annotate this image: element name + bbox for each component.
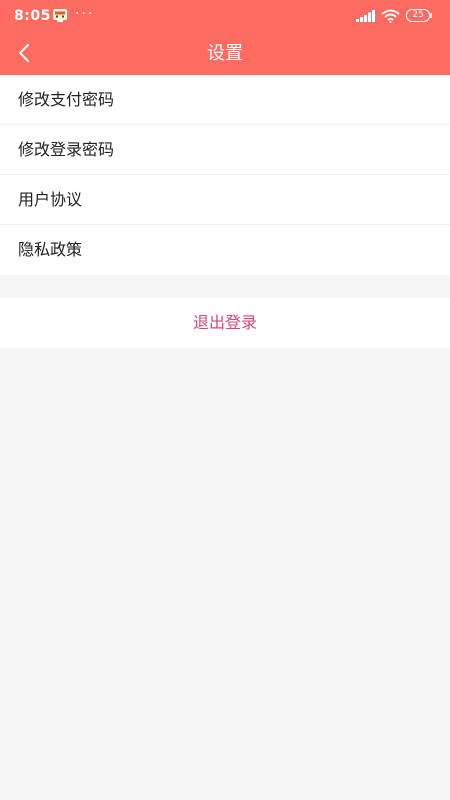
- more-notifications-indicator: ···: [75, 6, 95, 22]
- battery-level: 25: [406, 9, 430, 22]
- signal-icon: [356, 10, 375, 22]
- app-header: 8:05 ··· 25 设置: [0, 0, 450, 75]
- menu-item-privacy-policy[interactable]: 隐私政策: [0, 225, 450, 275]
- status-time: 8:05: [14, 8, 51, 24]
- menu-item-change-payment-password[interactable]: 修改支付密码: [0, 75, 450, 125]
- settings-menu: 修改支付密码 修改登录密码 用户协议 隐私政策: [0, 75, 450, 275]
- notification-app-icon: [53, 9, 67, 22]
- battery-icon: 25: [406, 9, 432, 22]
- nav-bar: 设置: [0, 32, 450, 75]
- page-title: 设置: [207, 43, 243, 64]
- menu-item-user-agreement[interactable]: 用户协议: [0, 175, 450, 225]
- back-arrow-icon[interactable]: [14, 41, 36, 65]
- battery-tip: [430, 13, 432, 18]
- logout-button[interactable]: 退出登录: [0, 298, 450, 348]
- status-bar: 8:05 ··· 25: [0, 0, 450, 32]
- menu-item-change-login-password[interactable]: 修改登录密码: [0, 125, 450, 175]
- wifi-icon: [381, 9, 400, 23]
